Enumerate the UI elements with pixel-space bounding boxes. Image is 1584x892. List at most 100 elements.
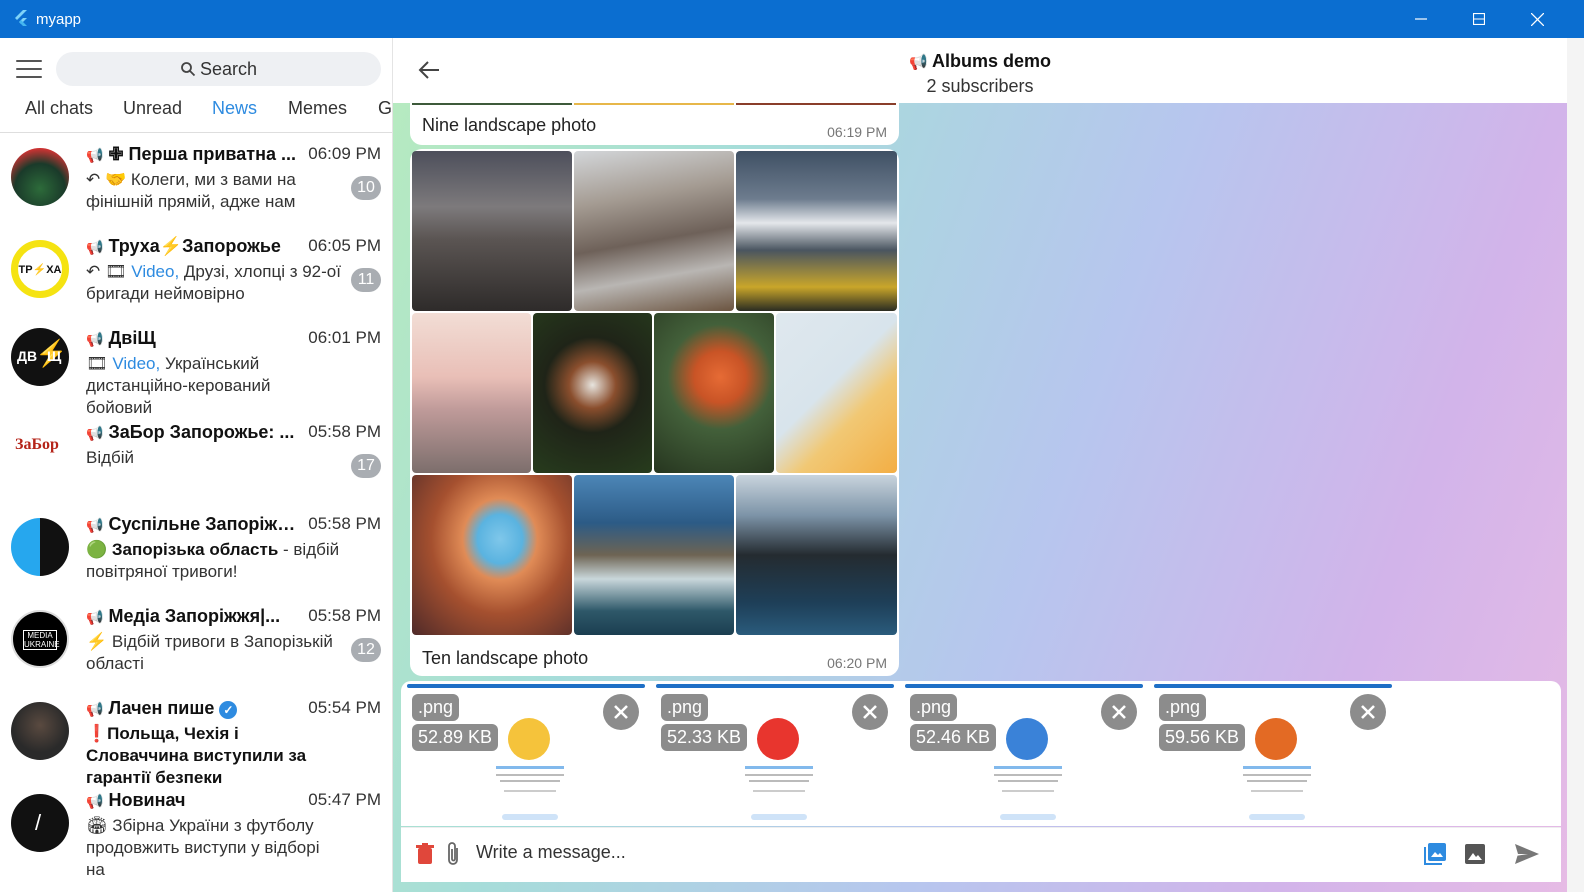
attachment-thumbnail — [1239, 714, 1315, 824]
attachment-item[interactable]: .png 59.56 KB — [1154, 684, 1392, 824]
message-caption: Ten landscape photo — [422, 648, 589, 668]
menu-icon-line — [16, 76, 42, 78]
chat-list-item[interactable]: 📢 ✙ Перша приватна ... 06:09 PM ↶ 🤝 Колеги… — [0, 134, 392, 226]
attachment-item[interactable]: .png 52.89 KB — [407, 684, 645, 824]
menu-icon-line — [16, 60, 42, 62]
album-photo[interactable] — [776, 313, 897, 473]
tab-memes[interactable]: Memes — [288, 98, 347, 119]
scrollbar[interactable] — [1567, 38, 1584, 892]
album-photo[interactable] — [736, 475, 897, 635]
file-size: 52.33 KB — [661, 724, 748, 751]
remove-attachment-button[interactable] — [1101, 694, 1137, 730]
image-button[interactable] — [1461, 840, 1489, 868]
attachment-thumbnail — [492, 714, 568, 824]
attachment-thumbnail — [990, 714, 1066, 824]
file-extension: .png — [1159, 694, 1207, 721]
tabs-divider — [0, 132, 392, 133]
tab-all-chats[interactable]: All chats — [25, 98, 93, 119]
album-message[interactable]: Ten landscape photo 06:20 PM — [410, 149, 899, 676]
gallery-button[interactable] — [1421, 840, 1449, 868]
album-photo[interactable] — [654, 313, 774, 473]
chat-name: 📢 Медіа Запоріжжя|... — [86, 606, 281, 626]
close-window-button[interactable] — [1508, 0, 1566, 38]
album-photo-strip — [574, 103, 734, 105]
chat-preview: ↶ 🤝 Колеги, ми з вами на фінішній прямій… — [86, 170, 296, 211]
album-photo[interactable] — [736, 151, 897, 311]
message-time: 06:19 PM — [827, 124, 887, 140]
attachment-progress — [1154, 684, 1392, 688]
trash-icon — [416, 843, 434, 864]
channel-icon: 📢 — [86, 425, 104, 441]
send-icon — [1515, 844, 1539, 864]
chat-list-item[interactable]: ТР⚡ХА 📢 Труха⚡Запорожье 06:05 PM ↶ 🎞 Video,… — [0, 226, 392, 318]
remove-attachment-button[interactable] — [852, 694, 888, 730]
channel-icon: 📢 — [908, 54, 928, 71]
album-photo[interactable] — [412, 475, 572, 635]
file-extension: .png — [661, 694, 709, 721]
channel-icon: 📢 — [86, 239, 104, 255]
chat-list-item[interactable]: 📢 Суспільне Запоріжж... 05:58 PM 🟢 Запоріз… — [0, 504, 392, 596]
tab-more[interactable]: G — [378, 98, 392, 119]
tab-unread[interactable]: Unread — [123, 98, 182, 119]
album-photo[interactable] — [533, 313, 652, 473]
chat-view: 📢 Albums demo 2 subscribers Nine landsca… — [393, 38, 1584, 892]
remove-attachment-button[interactable] — [603, 694, 639, 730]
attachment-thumbnail — [741, 714, 817, 824]
message-input[interactable]: Write a message... — [476, 842, 626, 863]
attachment-progress — [905, 684, 1143, 688]
chat-subtitle: 2 subscribers — [926, 76, 1034, 96]
unread-badge: 12 — [351, 638, 381, 662]
image-icon — [1465, 844, 1485, 864]
attachment-item[interactable]: .png 52.46 KB — [905, 684, 1143, 824]
chat-preview: 🏟 Збірна України з футболу продовжить ви… — [86, 816, 320, 879]
attachment-item[interactable]: .png 52.33 KB — [656, 684, 894, 824]
album-message[interactable]: Nine landscape photo 06:19 PM — [410, 103, 899, 145]
maximize-icon — [1473, 13, 1485, 25]
close-icon — [614, 705, 628, 719]
file-extension: .png — [910, 694, 958, 721]
message-composer: Write a message... — [401, 827, 1561, 882]
verified-icon: ✓ — [219, 701, 238, 719]
unread-badge: 11 — [351, 268, 381, 292]
channel-icon: 📢 — [86, 701, 104, 717]
chat-header: 📢 Albums demo 2 subscribers — [393, 38, 1567, 103]
channel-icon: 📢 — [86, 793, 104, 809]
chat-preview: Відбій — [86, 448, 135, 467]
album-photo[interactable] — [574, 151, 734, 311]
channel-icon: 📢 — [86, 147, 104, 163]
menu-button[interactable] — [16, 60, 42, 78]
file-size: 59.56 KB — [1159, 724, 1246, 751]
minimize-icon — [1415, 18, 1427, 20]
channel-icon: 📢 — [86, 331, 104, 347]
attachment-progress — [656, 684, 894, 688]
folder-tabs: All chats Unread News Memes G — [0, 96, 392, 130]
send-button[interactable] — [1513, 840, 1541, 868]
channel-icon: 📢 — [86, 609, 104, 625]
search-input[interactable]: Search — [56, 52, 381, 86]
album-photo[interactable] — [412, 151, 572, 311]
avatar: MEDIA UKRAINE — [11, 610, 69, 668]
chat-list-item[interactable]: MEDIA UKRAINE 📢 Медіа Запоріжжя|... 05:58 P… — [0, 596, 392, 688]
avatar: ДВ ⚡ Щ — [11, 328, 69, 386]
message-caption: Nine landscape photo — [422, 115, 597, 135]
tab-news[interactable]: News — [212, 98, 257, 119]
chat-name: 📢 ✙ Перша приватна ... — [86, 144, 296, 164]
chat-list-item[interactable]: 📢 Лачен пише ✓ 05:54 PM ❗Польща, Чехія і С… — [0, 688, 392, 787]
chat-list-item[interactable]: / 📢 Новинач 05:47 PM 🏟 Збірна України з фут… — [0, 780, 392, 879]
album-photo[interactable] — [412, 313, 531, 473]
remove-attachment-button[interactable] — [1350, 694, 1386, 730]
delete-attachments-button[interactable] — [411, 840, 439, 868]
chat-preview: ↶ 🎞 Video, Друзі, хлопці з 92-ої бригади… — [86, 262, 341, 303]
chat-time: 06:09 PM — [308, 144, 381, 163]
search-placeholder: Search — [199, 58, 258, 79]
chat-list-item[interactable]: ДВ ⚡ Щ 📢 ДвіЩ 06:01 PM 🎞 Video, Український д… — [0, 318, 392, 417]
close-icon — [1361, 705, 1375, 719]
chat-list-item[interactable]: ЗаБор 📢 ЗаБор Запорожье: ... 05:58 PM Відбі… — [0, 412, 392, 504]
album-photo[interactable] — [574, 475, 734, 635]
chat-title-text: Albums demo — [932, 51, 1052, 71]
close-icon — [863, 705, 877, 719]
maximize-button[interactable] — [1450, 0, 1508, 38]
attach-button[interactable] — [439, 840, 467, 868]
minimize-button[interactable] — [1392, 0, 1450, 38]
chat-wallpaper: Nine landscape photo 06:19 PM Ten landsc… — [393, 103, 1567, 892]
